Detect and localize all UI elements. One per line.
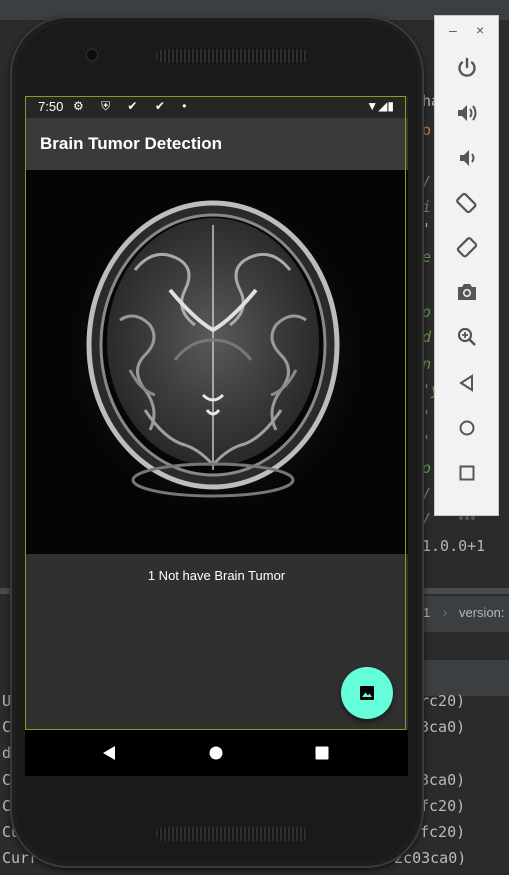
- more-icon[interactable]: [455, 506, 479, 530]
- console-line: fc20): [420, 797, 466, 815]
- rotate-right-icon[interactable]: [455, 236, 479, 260]
- prediction-result: 1 Not have Brain Tumor: [147, 568, 286, 583]
- zoom-icon[interactable]: [455, 325, 479, 349]
- console-line: rc20): [420, 692, 466, 710]
- app-title: Brain Tumor Detection: [40, 134, 222, 153]
- rotate-left-icon[interactable]: [455, 191, 479, 215]
- version-text: 1.0.0+1: [422, 537, 486, 555]
- status-bar: 7:50 ⚙ ⛨ ✔ ✔ • ▼◢▮: [25, 96, 408, 118]
- console-line: 3ca0): [420, 718, 466, 736]
- volume-down-icon[interactable]: [455, 146, 479, 170]
- power-icon[interactable]: [455, 56, 479, 80]
- pick-image-button[interactable]: [341, 667, 393, 719]
- ide-panel-header: [415, 660, 509, 696]
- overview-icon[interactable]: [455, 461, 479, 485]
- breadcrumb-number: 1: [423, 605, 431, 620]
- console-line: fc20): [420, 823, 466, 841]
- navigation-bar: [25, 730, 408, 776]
- camera-icon[interactable]: [455, 280, 479, 304]
- breadcrumb[interactable]: 1 › version:: [415, 596, 509, 632]
- brain-scan-image: [25, 170, 408, 554]
- image-icon: [360, 686, 374, 700]
- close-icon[interactable]: ×: [476, 22, 484, 38]
- emulator-toolbar: – ×: [434, 15, 499, 520]
- minimize-icon[interactable]: –: [449, 22, 457, 38]
- bottom-speaker: [156, 827, 308, 841]
- recents-icon[interactable]: [311, 742, 333, 764]
- home-icon[interactable]: [205, 742, 227, 764]
- app-bar: Brain Tumor Detection: [25, 118, 408, 170]
- back-icon[interactable]: [99, 742, 121, 764]
- notification-icons: ⚙ ⛨ ✔ ✔ •: [73, 99, 194, 113]
- device-screen: 7:50 ⚙ ⛨ ✔ ✔ • ▼◢▮ Brain Tumor Detection: [25, 96, 408, 776]
- back-icon[interactable]: [455, 371, 479, 395]
- mri-image: [25, 170, 408, 554]
- chevron-right-icon: ›: [443, 605, 448, 620]
- console-line: 3ca0): [420, 771, 466, 789]
- breadcrumb-label[interactable]: version:: [459, 605, 505, 620]
- volume-up-icon[interactable]: [455, 101, 479, 125]
- top-speaker: [156, 49, 308, 63]
- home-icon[interactable]: [455, 416, 479, 440]
- front-camera: [87, 50, 97, 60]
- status-time: 7:50: [38, 99, 64, 114]
- system-icons: ▼◢▮: [366, 99, 394, 113]
